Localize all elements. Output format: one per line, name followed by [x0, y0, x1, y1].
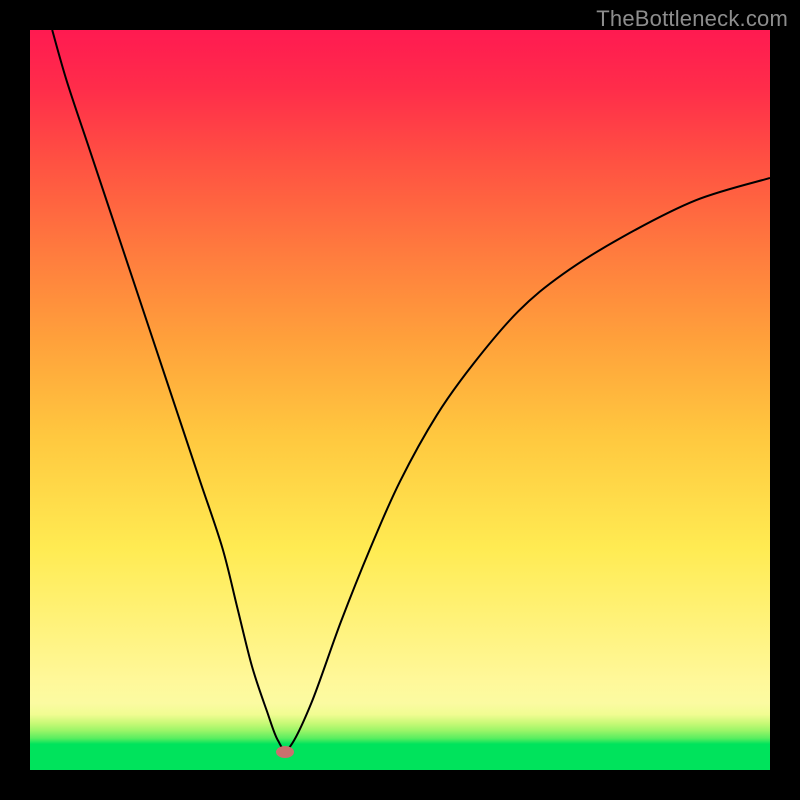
minimum-marker — [276, 746, 294, 758]
watermark-text: TheBottleneck.com — [596, 6, 788, 32]
plot-area — [30, 30, 770, 770]
chart-frame: TheBottleneck.com — [0, 0, 800, 800]
bottleneck-curve — [52, 30, 770, 750]
curve-svg — [30, 30, 770, 770]
